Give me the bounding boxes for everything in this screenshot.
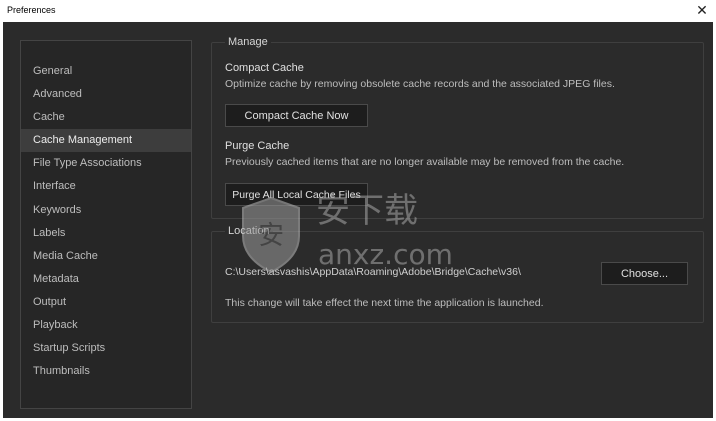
sidebar-item-thumbnails[interactable]: Thumbnails: [21, 360, 191, 383]
sidebar-item-keywords[interactable]: Keywords: [21, 199, 191, 222]
window-title: Preferences: [7, 5, 56, 15]
sidebar-item-file-type-associations[interactable]: File Type Associations: [21, 152, 191, 175]
sidebar-item-startup-scripts[interactable]: Startup Scripts: [21, 337, 191, 360]
location-group: Location C:\Users\asvashis\AppData\Roami…: [211, 225, 704, 323]
sidebar-item-media-cache[interactable]: Media Cache: [21, 245, 191, 268]
manage-group-title: Manage: [225, 36, 271, 48]
sidebar-item-labels[interactable]: Labels: [21, 222, 191, 245]
sidebar-item-advanced[interactable]: Advanced: [21, 83, 191, 106]
compact-cache-now-button[interactable]: Compact Cache Now: [225, 104, 368, 127]
manage-group: Manage Compact Cache Optimize cache by r…: [211, 36, 704, 219]
purge-all-local-cache-button[interactable]: Purge All Local Cache Files: [225, 183, 368, 206]
sidebar-item-interface[interactable]: Interface: [21, 175, 191, 198]
close-icon[interactable]: ✕: [694, 1, 710, 19]
title-bar: Preferences ✕: [0, 0, 716, 22]
sidebar-item-output[interactable]: Output: [21, 291, 191, 314]
cache-location-path: C:\Users\asvashis\AppData\Roaming\Adobe\…: [225, 266, 521, 278]
location-group-title: Location: [225, 225, 273, 237]
purge-cache-title: Purge Cache: [225, 140, 290, 152]
sidebar-item-cache[interactable]: Cache: [21, 106, 191, 129]
preferences-window: General Advanced Cache Cache Management File…: [3, 22, 713, 418]
category-list: General Advanced Cache Cache Management File…: [20, 40, 192, 409]
restart-note: This change will take effect the next ti…: [225, 297, 544, 309]
sidebar-item-metadata[interactable]: Metadata: [21, 268, 191, 291]
sidebar-item-general[interactable]: General: [21, 60, 191, 83]
compact-cache-title: Compact Cache: [225, 62, 304, 74]
sidebar-item-cache-management[interactable]: Cache Management: [21, 129, 191, 153]
compact-cache-description: Optimize cache by removing obsolete cach…: [225, 78, 615, 90]
choose-button[interactable]: Choose...: [601, 262, 688, 285]
purge-cache-description: Previously cached items that are no long…: [225, 156, 625, 168]
sidebar-item-playback[interactable]: Playback: [21, 314, 191, 337]
